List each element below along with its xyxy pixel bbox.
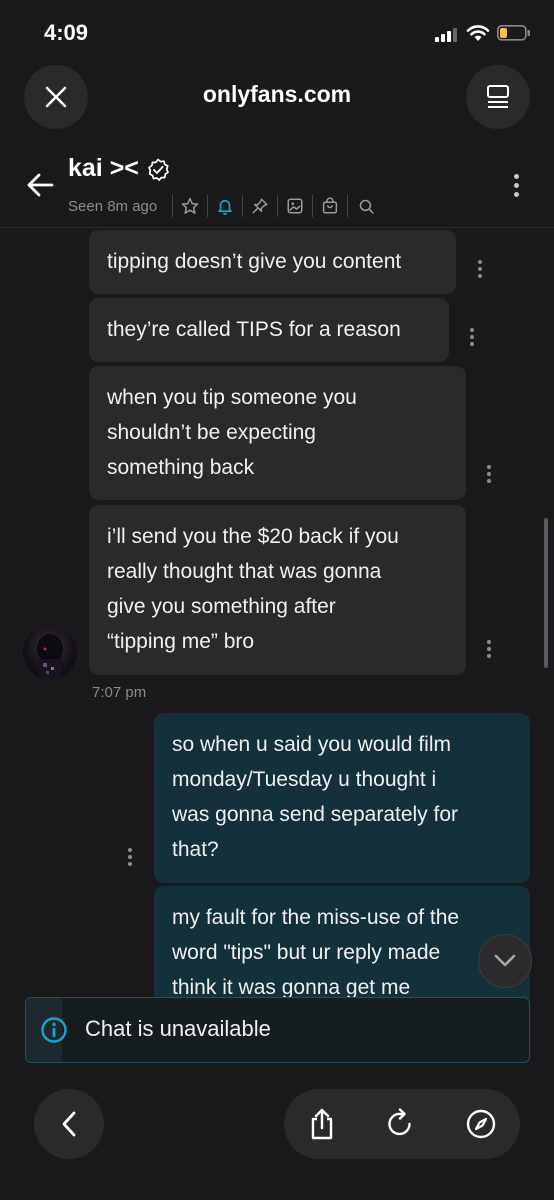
message-incoming[interactable]: when you tip someone you shouldn’t be ex…	[89, 366, 466, 500]
message-options-icon[interactable]	[486, 465, 492, 487]
message-line: “tipping me” bro	[107, 630, 255, 653]
message-options-icon[interactable]	[486, 640, 492, 662]
divider	[172, 195, 173, 217]
divider	[242, 195, 243, 217]
message-line: so when u said you would film	[172, 733, 451, 756]
star-icon	[181, 197, 199, 214]
reload-icon	[388, 1108, 411, 1136]
battery-icon	[497, 25, 530, 41]
chat-contact-name[interactable]: kai ><	[68, 154, 139, 183]
message-incoming[interactable]: tipping doesn’t give you content	[89, 230, 456, 294]
message-line: give you something after	[107, 595, 336, 618]
message-outgoing[interactable]: so when u said you would film monday/Tue…	[154, 713, 530, 883]
favorite-button[interactable]	[180, 196, 200, 216]
message-line: think it was gonna get me	[172, 976, 411, 998]
pin-button[interactable]	[250, 196, 270, 216]
message-line: tipping doesn’t give you content	[107, 250, 402, 273]
scroll-to-bottom-button[interactable]	[478, 934, 532, 988]
status-time: 4:09	[44, 20, 89, 45]
chevron-down-icon	[494, 954, 516, 967]
reader-mode-button[interactable]	[466, 65, 530, 129]
message-incoming[interactable]: they’re called TIPS for a reason	[89, 298, 449, 362]
compass-button[interactable]	[462, 1105, 500, 1143]
message-line: monday/Tuesday u thought i	[172, 768, 437, 791]
divider	[277, 195, 278, 217]
message-timestamp: 7:07 pm	[92, 684, 147, 701]
share-button[interactable]	[303, 1105, 341, 1143]
search-button[interactable]	[356, 196, 376, 216]
notifications-button[interactable]	[215, 196, 235, 216]
pin-icon	[252, 198, 268, 214]
avatar-image	[37, 634, 63, 679]
message-line: shouldn’t be expecting	[107, 421, 316, 444]
cellular-signal-icon	[435, 28, 457, 42]
verified-badge-icon	[148, 158, 169, 181]
message-options-icon[interactable]	[477, 260, 483, 282]
bell-icon	[218, 199, 232, 215]
message-line: i’ll send you the $20 back if you	[107, 525, 399, 548]
purchases-button[interactable]	[320, 196, 340, 216]
message-options-icon[interactable]	[469, 328, 475, 350]
info-icon	[41, 1017, 67, 1043]
media-button[interactable]	[285, 196, 305, 216]
divider	[312, 195, 313, 217]
banner-text: Chat is unavailable	[85, 1016, 271, 1041]
chevron-left-icon	[62, 1111, 76, 1137]
message-incoming[interactable]: i’ll send you the $20 back if you really…	[89, 505, 466, 675]
header-divider	[0, 227, 554, 228]
browser-back-button[interactable]	[34, 1089, 104, 1159]
share-icon	[311, 1108, 333, 1140]
message-line: something back	[107, 456, 255, 479]
last-seen-text: Seen 8m ago	[68, 198, 158, 215]
wifi-icon	[466, 25, 490, 41]
message-line: that?	[172, 838, 219, 861]
more-vertical-icon[interactable]	[513, 174, 519, 200]
message-line: they’re called TIPS for a reason	[107, 318, 401, 341]
message-line: when you tip someone you	[107, 386, 357, 409]
back-arrow-icon[interactable]	[26, 172, 54, 198]
avatar[interactable]	[23, 625, 77, 679]
message-line: was gonna send separately for	[172, 803, 459, 826]
reader-icon	[487, 85, 509, 108]
divider	[207, 195, 208, 217]
message-line: my fault for the miss-use of the	[172, 906, 460, 929]
divider	[347, 195, 348, 217]
reload-button[interactable]	[381, 1105, 419, 1143]
message-line: really thought that was gonna	[107, 560, 382, 583]
search-icon	[359, 199, 374, 214]
message-outgoing[interactable]: my fault for the miss-use of the word "t…	[154, 886, 530, 998]
image-icon	[287, 198, 303, 214]
chat-unavailable-banner: Chat is unavailable	[25, 997, 530, 1063]
compass-icon	[466, 1109, 496, 1139]
message-options-icon[interactable]	[127, 848, 133, 870]
scrollbar[interactable]	[544, 518, 548, 668]
shopping-bag-icon	[322, 197, 338, 214]
message-line: word "tips" but ur reply made	[172, 941, 441, 964]
